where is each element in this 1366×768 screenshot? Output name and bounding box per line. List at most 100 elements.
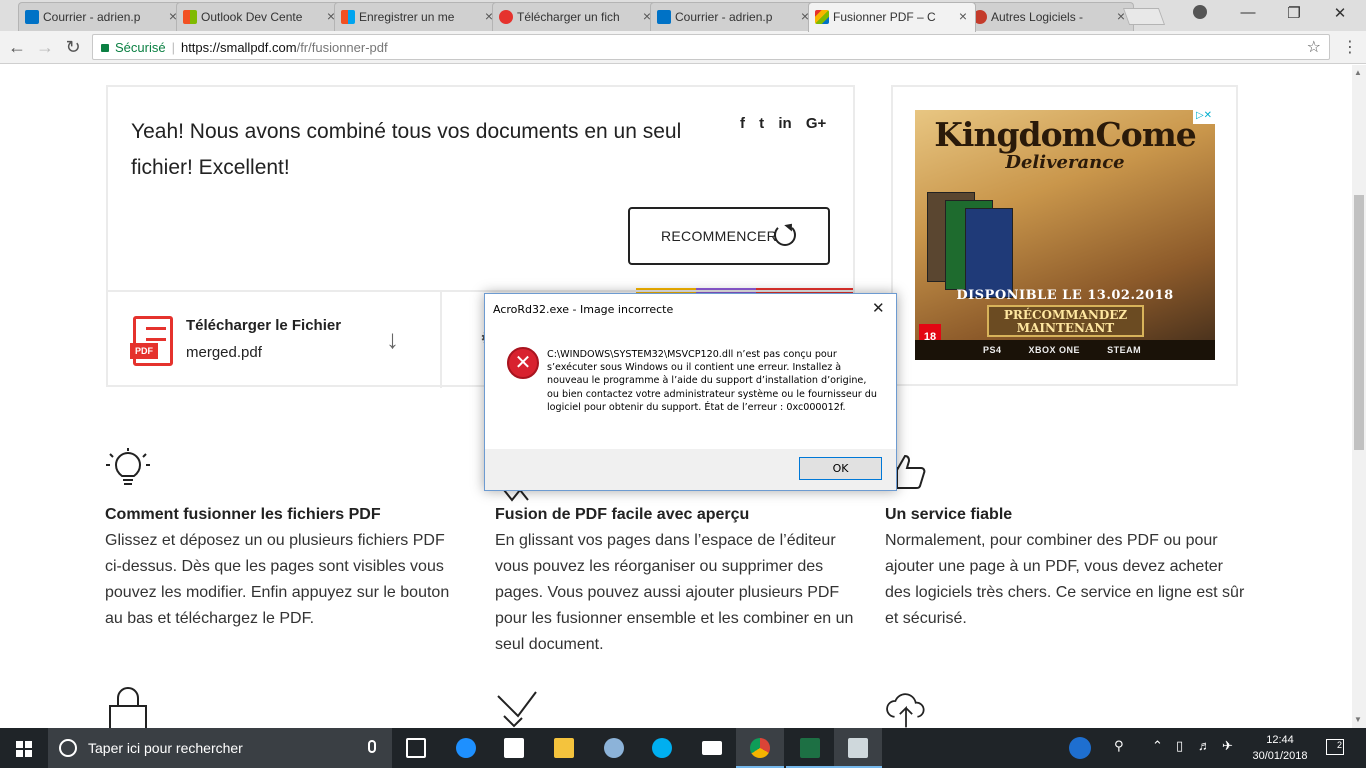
action-center-icon[interactable]: 2	[1326, 739, 1344, 755]
dialog-close-icon[interactable]: ✕	[872, 299, 885, 317]
url-host: https://smallpdf.com	[180, 40, 297, 55]
ad-release-date: DISPONIBLE LE 13.02.2018	[956, 288, 1174, 303]
browser-toolbar: ← → ↻ Sécurisé | https://smallpdf.com/fr/f…	[0, 31, 1366, 64]
bookmark-star-icon[interactable]: ☆	[1307, 37, 1321, 57]
linkedin-icon[interactable]: in	[778, 115, 791, 132]
dialog-message: C:\WINDOWS\SYSTEM32\MSVCP120.dll n’est p…	[547, 349, 877, 413]
error-icon: ✕	[507, 347, 539, 379]
chrome-icon[interactable]	[736, 728, 784, 768]
store-icon[interactable]	[490, 728, 538, 768]
browser-tab-active[interactable]: Fusionner PDF – C ×	[808, 2, 976, 32]
ad-cta-line: MAINTENANT	[1016, 321, 1115, 335]
dialog-title: AcroRd32.exe - Image incorrecte	[493, 303, 674, 316]
tab-label: Télécharger un fich	[517, 10, 620, 24]
feature-text: Normalement, pour combiner des PDF ou po…	[885, 532, 1245, 627]
download-arrow-icon[interactable]: ↓	[386, 324, 399, 355]
feature-text: Glissez et déposez un ou plusieurs fichi…	[105, 532, 450, 627]
browser-tab[interactable]: Autres Logiciels - ×	[966, 2, 1134, 31]
facebook-icon[interactable]: f	[740, 115, 745, 132]
restore-icon[interactable]: ❐	[1274, 4, 1314, 22]
download-title[interactable]: Télécharger le Fichier	[186, 317, 341, 334]
excel-icon[interactable]	[786, 728, 834, 768]
feature-text: En glissant vos pages dans l’espace de l…	[495, 532, 854, 653]
scroll-down-icon[interactable]: ▼	[1354, 715, 1362, 724]
lock-icon	[101, 44, 109, 52]
feature-title: Un service fiable	[885, 506, 1013, 523]
game-box-image	[965, 208, 1013, 298]
dialog-footer: OK	[485, 449, 896, 490]
browser-menu-icon[interactable]: ⋮	[1342, 37, 1358, 57]
new-tab-button[interactable]	[1122, 8, 1166, 25]
feature-title: Fusion de PDF facile avec aperçu	[495, 506, 750, 523]
taskbar-search-box[interactable]: Taper ici pour rechercher	[48, 728, 392, 768]
feature-reliable-service: Un service fiable Normalement, pour comb…	[885, 506, 1245, 632]
forward-icon[interactable]: →	[34, 37, 56, 58]
browser-tab[interactable]: Courrier - adrien.p ×	[650, 2, 818, 31]
xbox-logo: XBOX ONE	[1028, 345, 1081, 355]
mail-icon[interactable]	[688, 728, 736, 768]
help-icon[interactable]	[1069, 737, 1091, 759]
cloud-upload-icon	[886, 693, 925, 728]
back-icon[interactable]: ←	[6, 37, 28, 58]
secure-label: Sécurisé	[115, 40, 166, 55]
acrobat-window-icon[interactable]	[834, 728, 882, 768]
ad-platforms: PS4 XBOX ONE STEAM	[915, 340, 1215, 360]
reload-icon[interactable]: ↻	[62, 37, 84, 58]
outlook-icon	[25, 10, 39, 24]
windows-start-icon[interactable]	[16, 741, 32, 757]
steam-logo: STEAM	[1107, 345, 1142, 355]
feature-how-to-merge: Comment fusionner les fichiers PDF Gliss…	[105, 506, 465, 632]
paint-icon[interactable]	[590, 728, 638, 768]
ad-subtitle: Deliverance	[1005, 152, 1125, 173]
edge-icon[interactable]	[442, 728, 490, 768]
scroll-thumb[interactable]	[1354, 195, 1364, 450]
pdf-file-icon: PDF	[130, 316, 173, 366]
tab-label: Autres Logiciels -	[991, 10, 1084, 24]
pdf-lines	[146, 327, 166, 341]
address-bar[interactable]: Sécurisé | https://smallpdf.com/fr/fusionn…	[92, 34, 1330, 60]
pdf-tag: PDF	[130, 343, 158, 359]
airplane-mode-icon[interactable]: ✈	[1222, 738, 1233, 754]
clock-date: 30/01/2018	[1252, 750, 1308, 762]
tray-chevron-icon[interactable]: ⌃	[1152, 738, 1163, 754]
ok-button[interactable]: OK	[799, 457, 882, 480]
page-scrollbar[interactable]: ▲ ▼	[1352, 65, 1366, 728]
microphone-icon[interactable]	[368, 740, 376, 753]
ad-banner[interactable]: ▷✕ KingdomCome Deliverance DISPONIBLE LE…	[915, 110, 1215, 360]
search-placeholder: Taper ici pour rechercher	[88, 740, 243, 756]
profile-icon[interactable]	[1193, 5, 1207, 19]
window-close-icon[interactable]: ✕	[1320, 4, 1360, 22]
smallpdf-icon	[815, 10, 829, 24]
tab-label: Outlook Dev Cente	[201, 10, 303, 24]
tab-close-icon[interactable]: ×	[959, 8, 967, 24]
minimize-icon[interactable]: —	[1228, 4, 1268, 21]
download-filename: merged.pdf	[186, 344, 262, 361]
task-view-icon[interactable]	[392, 728, 440, 768]
microsoft-icon	[341, 10, 355, 24]
feature-easy-merge: Fusion de PDF facile avec aperçu En glis…	[495, 506, 855, 658]
volume-icon[interactable]: ♬	[1198, 738, 1211, 753]
browser-tab[interactable]: Outlook Dev Cente ×	[176, 2, 344, 31]
success-message: Yeah! Nous avons combiné tous vos docume…	[131, 120, 682, 179]
feature-title: Comment fusionner les fichiers PDF	[105, 506, 381, 523]
tab-label: Fusionner PDF – C	[833, 10, 936, 24]
skype-icon[interactable]	[638, 728, 686, 768]
browser-tab[interactable]: Courrier - adrien.p ×	[18, 2, 186, 31]
battery-icon[interactable]: ▯	[1176, 738, 1183, 754]
ad-cta-button[interactable]: PRÉCOMMANDEZ MAINTENANT	[987, 305, 1144, 337]
google-plus-icon[interactable]: G+	[806, 115, 826, 132]
scroll-up-icon[interactable]: ▲	[1354, 68, 1362, 77]
outlook-icon	[657, 10, 671, 24]
tab-label: Courrier - adrien.p	[43, 10, 141, 24]
share-links: f t in G+	[740, 115, 836, 132]
file-explorer-icon[interactable]	[540, 728, 588, 768]
twitter-icon[interactable]: t	[759, 115, 764, 132]
browser-tab[interactable]: Enregistrer un me ×	[334, 2, 502, 31]
taskbar-clock[interactable]: 12:44 30/01/2018	[1245, 732, 1315, 764]
people-icon[interactable]: ⚲	[1114, 738, 1124, 754]
url-path: /fr/fusionner-pdf	[296, 40, 388, 55]
restart-button[interactable]: RECOMMENCER	[628, 207, 830, 265]
browser-tab[interactable]: Télécharger un fich ×	[492, 2, 660, 31]
tab-label: Enregistrer un me	[359, 10, 455, 24]
tab-label: Courrier - adrien.p	[675, 10, 773, 24]
